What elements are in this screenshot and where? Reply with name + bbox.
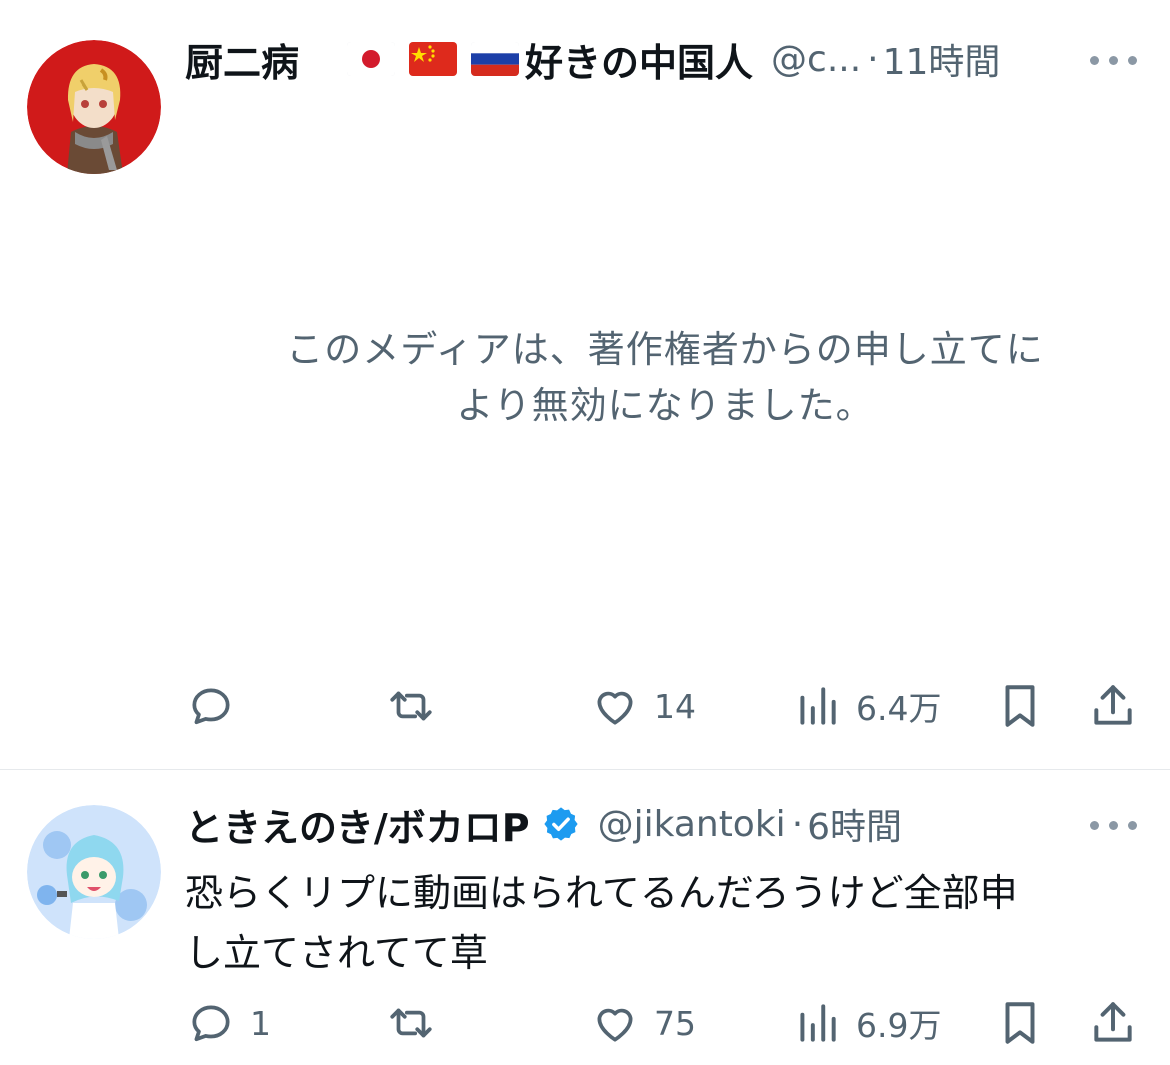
share-icon xyxy=(1094,685,1132,725)
bookmark-icon xyxy=(1005,1002,1035,1044)
bookmark-button[interactable] xyxy=(995,676,1045,736)
tweet-text-line-1: 恐らくリプに動画はられてるんだろうけど全部申 xyxy=(185,871,1018,915)
bookmark-button[interactable] xyxy=(995,993,1045,1053)
like-count: 14 xyxy=(654,686,696,726)
share-button[interactable] xyxy=(1088,676,1138,736)
share-button[interactable] xyxy=(1088,993,1138,1053)
cn-flag-icon xyxy=(409,42,458,76)
handle[interactable]: @c... xyxy=(771,39,861,80)
heart-icon xyxy=(597,691,633,725)
tweet-text-line-2: し立てされてて草 xyxy=(185,931,488,975)
display-name[interactable]: 厨二病 xyxy=(185,32,299,87)
verified-badge-icon xyxy=(543,807,578,841)
views-chart-icon xyxy=(800,1004,836,1042)
retweet-icon xyxy=(390,1008,432,1038)
reply-icon xyxy=(192,688,230,725)
tweet-header: 厨二病 好きの中国人 @c... · 11時間 xyxy=(185,32,1170,87)
display-name-suffix[interactable]: 好きの中国人 xyxy=(525,32,753,87)
reply-button[interactable]: 1 xyxy=(186,993,271,1053)
separator-dot: · xyxy=(791,803,804,845)
bookmark-icon xyxy=(1005,685,1035,727)
like-count: 75 xyxy=(654,1003,696,1043)
views-button[interactable]: 6.9万 xyxy=(792,993,941,1053)
timestamp[interactable]: 11時間 xyxy=(883,33,1001,85)
divider xyxy=(0,769,1170,770)
views-count: 6.9万 xyxy=(856,1006,942,1045)
separator-dot: · xyxy=(867,38,879,80)
action-bar: 14 6.4万 xyxy=(0,676,1170,736)
media-disabled-notice: このメディアは、著作権者からの申し立てに より無効になりました。 xyxy=(230,322,1100,434)
tweet-1[interactable]: 厨二病 好きの中国人 @c... · 11時間 このメディアは、著作権者からの申… xyxy=(0,0,1170,770)
views-button[interactable]: 6.4万 xyxy=(792,676,941,736)
tweet-header: ときえのき/ボカロP @jikantoki · 6時間 xyxy=(185,797,1170,852)
avatar[interactable] xyxy=(27,40,161,174)
views-count: 6.4万 xyxy=(856,689,942,728)
handle[interactable]: @jikantoki xyxy=(598,804,786,845)
action-bar: 1 75 6.9万 xyxy=(0,993,1170,1053)
retweet-button[interactable] xyxy=(386,676,450,736)
timestamp[interactable]: 6時間 xyxy=(807,798,902,850)
like-button[interactable]: 75 xyxy=(590,993,696,1053)
media-notice-line-1: このメディアは、著作権者からの申し立てに xyxy=(286,328,1044,371)
ru-flag-icon xyxy=(471,42,520,76)
flag-group xyxy=(347,42,520,76)
heart-icon xyxy=(597,1008,633,1042)
media-notice-line-2: より無効になりました。 xyxy=(456,384,874,427)
reply-count: 1 xyxy=(250,1003,271,1043)
reply-button[interactable] xyxy=(186,676,250,736)
tweet-text: 恐らくリプに動画はられてるんだろうけど全部申 し立てされてて草 xyxy=(185,863,1135,983)
views-chart-icon xyxy=(800,687,836,725)
share-icon xyxy=(1094,1002,1132,1042)
avatar[interactable] xyxy=(27,805,161,939)
retweet-icon xyxy=(390,691,432,721)
jp-flag-icon xyxy=(347,42,396,76)
more-options-icon[interactable] xyxy=(1090,821,1138,833)
more-options-icon[interactable] xyxy=(1090,56,1138,68)
retweet-button[interactable] xyxy=(386,993,450,1053)
display-name[interactable]: ときえのき/ボカロP xyxy=(185,797,530,852)
reply-icon xyxy=(192,1005,230,1042)
tweet-2[interactable]: ときえのき/ボカロP @jikantoki · 6時間 恐らくリプに動画はられて… xyxy=(0,771,1170,1065)
like-button[interactable]: 14 xyxy=(590,676,696,736)
